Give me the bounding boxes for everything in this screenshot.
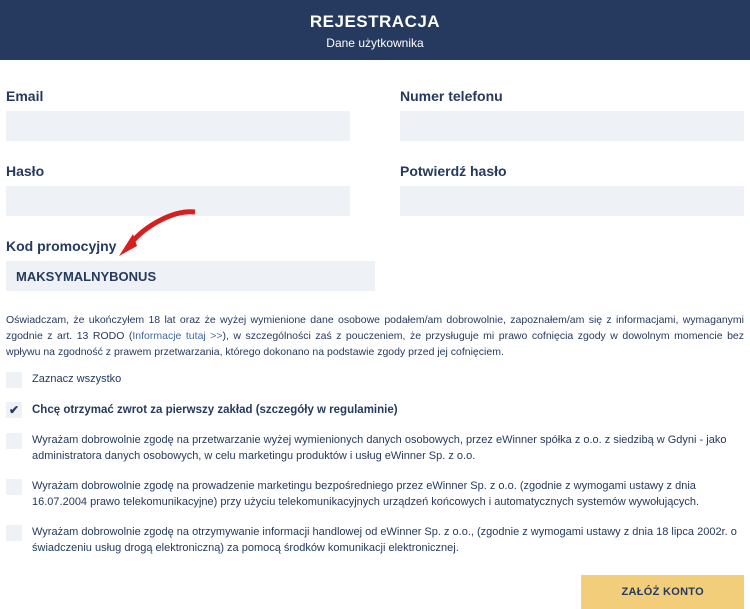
password-field[interactable] (6, 186, 350, 216)
consent3-checkbox[interactable] (6, 525, 22, 541)
refund-checkbox[interactable] (6, 402, 22, 418)
refund-label: Chcę otrzymać zwrot za pierwszy zakład (… (32, 402, 398, 419)
create-account-button[interactable]: ZAŁÓŻ KONTO (581, 575, 744, 609)
email-label: Email (6, 88, 350, 104)
consent2-label: Wyrażam dobrowolnie zgodę na prowadzenie… (32, 479, 744, 511)
phone-field[interactable] (400, 111, 744, 141)
confirm-password-field[interactable] (400, 186, 744, 216)
phone-label: Numer telefonu (400, 88, 744, 104)
rodo-link[interactable]: Informacje tutaj >> (132, 330, 222, 342)
promo-code-field[interactable] (6, 261, 375, 291)
consent2-checkbox[interactable] (6, 479, 22, 495)
page-title: REJESTRACJA (0, 12, 750, 32)
registration-form: Email Numer telefonu Hasło Potwierdź has… (0, 60, 750, 609)
promo-label: Kod promocyjny (6, 238, 375, 254)
email-field[interactable] (6, 111, 350, 141)
consent1-label: Wyrażam dobrowolnie zgodę na przetwarzan… (32, 433, 744, 465)
consent1-checkbox[interactable] (6, 433, 22, 449)
declaration-text: Oświadczam, że ukończyłem 18 lat oraz że… (6, 313, 744, 360)
confirm-label: Potwierdź hasło (400, 163, 744, 179)
consent3-label: Wyrażam dobrowolnie zgodę na otrzymywani… (32, 525, 744, 557)
page-header: REJESTRACJA Dane użytkownika (0, 0, 750, 60)
page-subtitle: Dane użytkownika (0, 36, 750, 50)
select-all-label: Zaznacz wszystko (32, 372, 121, 388)
password-label: Hasło (6, 163, 350, 179)
select-all-checkbox[interactable] (6, 372, 22, 388)
